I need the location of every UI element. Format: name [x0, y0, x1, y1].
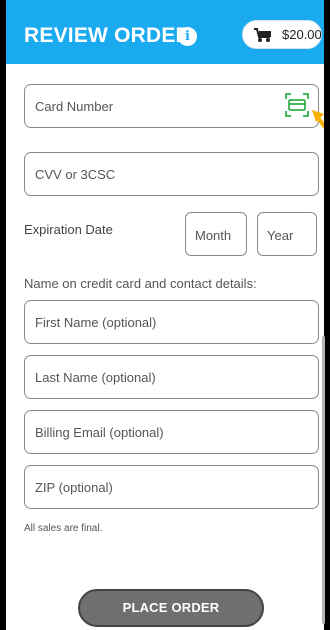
- card-number-placeholder: Card Number: [35, 99, 114, 114]
- shopping-cart-icon: [254, 28, 271, 42]
- last-name-placeholder: Last Name (optional): [35, 370, 156, 385]
- billing-email-field[interactable]: Billing Email (optional): [24, 410, 319, 454]
- pointer-arrow-icon: [312, 110, 324, 129]
- zip-placeholder: ZIP (optional): [35, 480, 113, 495]
- cvv-field[interactable]: CVV or 3CSC: [24, 152, 319, 196]
- last-name-field[interactable]: Last Name (optional): [24, 355, 319, 399]
- final-sale-note: All sales are final.: [24, 523, 103, 534]
- zip-field[interactable]: ZIP (optional): [24, 465, 319, 509]
- expiration-date-label: Expiration Date: [24, 222, 113, 237]
- cart-button[interactable]: $20.00: [242, 20, 322, 49]
- cart-total: $20.00: [282, 27, 322, 42]
- page-title: REVIEW ORDER: [24, 24, 191, 47]
- expiration-month-field[interactable]: Month: [185, 212, 247, 256]
- month-placeholder: Month: [195, 228, 232, 243]
- card-number-field[interactable]: Card Number: [24, 84, 319, 128]
- header-bar: REVIEW ORDER i $20.00: [6, 0, 324, 64]
- expiration-year-field[interactable]: Year: [257, 212, 317, 256]
- place-order-button[interactable]: PLACE ORDER: [78, 589, 264, 627]
- year-placeholder: Year: [267, 228, 294, 243]
- info-icon[interactable]: i: [178, 27, 197, 46]
- first-name-field[interactable]: First Name (optional): [24, 300, 319, 344]
- scrollbar[interactable]: [322, 336, 325, 624]
- contact-section-label: Name on credit card and contact details:: [24, 276, 257, 291]
- card-scan-icon[interactable]: [284, 92, 310, 118]
- billing-email-placeholder: Billing Email (optional): [35, 425, 164, 440]
- first-name-placeholder: First Name (optional): [35, 315, 157, 330]
- checkout-screen: REVIEW ORDER i $20.00 Card Number CVV or…: [6, 0, 324, 630]
- cvv-placeholder: CVV or 3CSC: [35, 167, 116, 182]
